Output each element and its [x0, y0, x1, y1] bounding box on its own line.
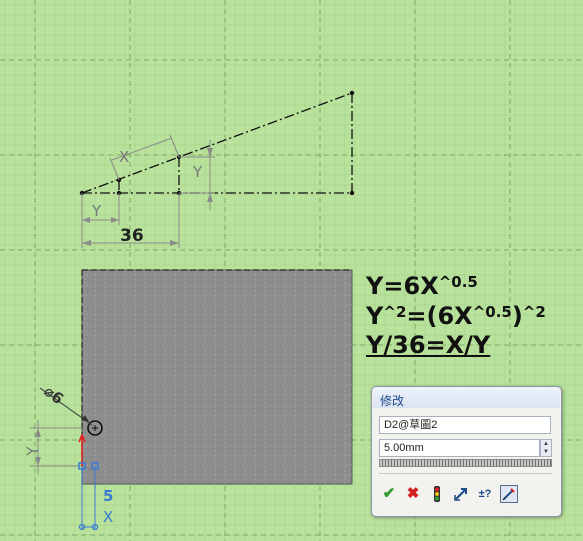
- sketch-rectangle[interactable]: [81, 269, 353, 485]
- sketch-point[interactable]: [349, 90, 355, 96]
- ok-button[interactable]: ✔: [380, 485, 398, 503]
- dimension-name-field[interactable]: D2@草圖2: [379, 416, 551, 434]
- mark-dimension-button[interactable]: [500, 485, 518, 503]
- dimension-y-bottom-label[interactable]: Y: [24, 446, 42, 455]
- dialog-title: 修改: [380, 394, 405, 408]
- reverse-sense-button[interactable]: [452, 485, 470, 503]
- dimension-5-label[interactable]: 5: [103, 487, 113, 505]
- dimension-y-left-label[interactable]: Y: [92, 202, 101, 220]
- equation-2-exp-c: ^2: [522, 303, 546, 321]
- dimension-x-label[interactable]: X: [119, 148, 129, 166]
- mark-for-drawing-button[interactable]: ±?: [476, 485, 494, 503]
- equation-line-2: Y^2=(6X^0.5)^2: [366, 302, 546, 330]
- cancel-button[interactable]: ✖: [404, 485, 422, 503]
- equation-2-part-c: ): [511, 302, 523, 330]
- value-spinner[interactable]: ▲ ▼: [540, 439, 552, 457]
- dimension-value-input[interactable]: 5.00mm: [379, 439, 540, 457]
- equation-2-part-b: =(6X: [406, 302, 473, 330]
- equation-1-exponent: ^0.5: [438, 273, 478, 291]
- dialog-separator: [379, 473, 552, 474]
- dimension-y-right-label[interactable]: Y: [193, 163, 202, 181]
- thumbwheel-slider[interactable]: [379, 459, 552, 467]
- reverse-sense-icon: [454, 488, 467, 501]
- rebuild-icon: [434, 486, 440, 502]
- equation-2-part-a: Y: [366, 302, 384, 330]
- mark-dimension-icon: [502, 488, 515, 501]
- equation-line-3: Y/36=X/Y: [366, 331, 491, 359]
- spin-down-icon[interactable]: ▼: [541, 448, 551, 456]
- spin-up-icon[interactable]: ▲: [541, 440, 551, 448]
- dimension-x-bottom-label[interactable]: X: [103, 508, 113, 526]
- modify-dialog[interactable]: 修改 D2@草圖2 5.00mm ▲ ▼ ✔ ✖ ±?: [371, 386, 562, 517]
- equation-2-exp-b: ^0.5: [472, 303, 512, 321]
- equation-1-base: Y=6X: [366, 272, 439, 300]
- dimension-36-label[interactable]: 36: [120, 226, 144, 246]
- equation-2-exp-a: ^2: [383, 303, 407, 321]
- dialog-toolbar: ✔ ✖ ±?: [380, 485, 518, 503]
- sketch-point[interactable]: [349, 190, 355, 196]
- rebuild-button[interactable]: [428, 485, 446, 503]
- equation-line-1: Y=6X^0.5: [366, 272, 478, 300]
